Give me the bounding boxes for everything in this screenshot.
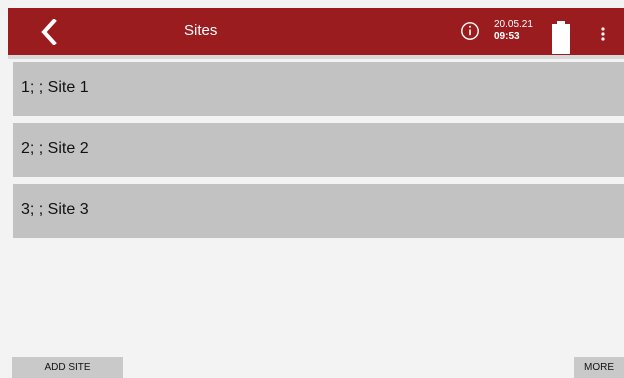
back-button[interactable] bbox=[35, 16, 63, 48]
more-button[interactable]: MORE bbox=[574, 357, 624, 378]
info-circle-icon bbox=[461, 22, 479, 40]
date-time-display: 20.05.21 09:53 bbox=[494, 19, 544, 43]
top-app-bar: Sites 20.05.21 09:53 bbox=[8, 8, 624, 55]
site-list-item[interactable]: 1; ; Site 1 bbox=[13, 62, 624, 116]
site-item-label: 1; ; Site 1 bbox=[21, 79, 89, 96]
chevron-left-icon bbox=[41, 19, 57, 45]
site-list: 1; ; Site 1 2; ; Site 2 3; ; Site 3 bbox=[13, 62, 624, 245]
site-list-item[interactable]: 3; ; Site 3 bbox=[13, 184, 624, 238]
site-list-item[interactable]: 2; ; Site 2 bbox=[13, 123, 624, 177]
more-vert-icon bbox=[601, 27, 605, 41]
time-text: 09:53 bbox=[494, 31, 520, 42]
header-divider bbox=[8, 55, 624, 59]
site-item-label: 2; ; Site 2 bbox=[21, 140, 89, 157]
app-screen: Sites 20.05.21 09:53 1; ; Site 1 2; ; Si… bbox=[0, 0, 624, 378]
info-button[interactable] bbox=[460, 21, 482, 43]
more-options-button[interactable] bbox=[592, 22, 614, 46]
add-site-button[interactable]: ADD SITE bbox=[12, 357, 123, 378]
site-item-label: 3; ; Site 3 bbox=[21, 201, 89, 218]
page-title: Sites bbox=[184, 22, 218, 39]
battery-full-icon bbox=[552, 21, 570, 57]
battery-body bbox=[552, 24, 570, 54]
date-text: 20.05.21 bbox=[494, 19, 533, 30]
